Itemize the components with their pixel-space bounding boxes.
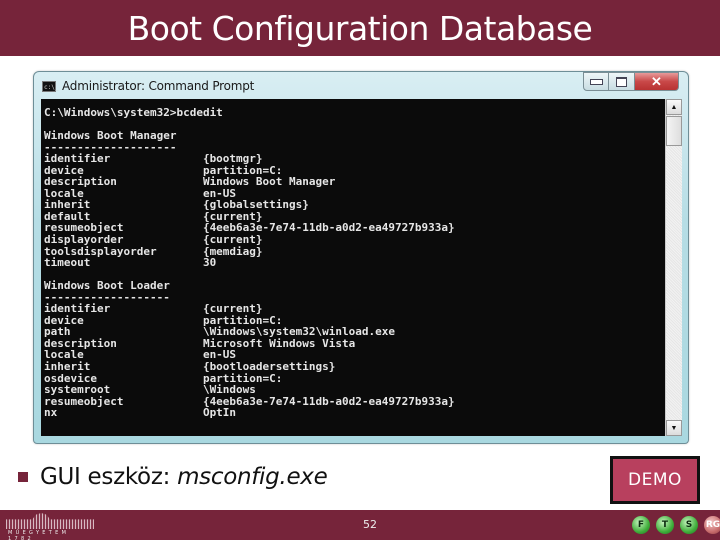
bullet-emphasis: msconfig.exe	[177, 464, 328, 490]
bullet-item: GUI eszköz: msconfig.exe	[18, 464, 328, 490]
slide-footer: MŰEGYETEM 1782 52 F T S RG	[0, 510, 720, 542]
bullet-prefix: GUI eszköz:	[40, 464, 178, 490]
vertical-scrollbar[interactable]: ▲ ▼	[665, 99, 682, 436]
minimize-button[interactable]	[583, 72, 609, 91]
demo-button-label: DEMO	[613, 459, 697, 501]
console-output[interactable]: C:\Windows\system32>bcdedit Windows Boot…	[41, 99, 665, 436]
command-prompt-icon: c:\_	[42, 80, 58, 92]
close-icon: ✕	[651, 73, 662, 89]
close-button[interactable]: ✕	[635, 72, 679, 91]
slide-title-bar: Boot Configuration Database	[0, 0, 720, 56]
badge-s-icon: S	[680, 516, 698, 534]
window-title: Administrator: Command Prompt	[62, 79, 255, 93]
window-caption[interactable]: c:\_ Administrator: Command Prompt	[42, 76, 254, 96]
maximize-icon	[616, 76, 627, 87]
scrollbar-thumb[interactable]	[666, 116, 682, 146]
window-controls: ✕	[583, 72, 679, 91]
arrow-up-icon: ▲	[670, 103, 678, 111]
page-number: 52	[363, 518, 377, 531]
arrow-down-icon: ▼	[670, 424, 678, 432]
console-text: C:\Windows\system32>bcdedit Windows Boot…	[44, 106, 455, 420]
slide-title: Boot Configuration Database	[127, 8, 593, 48]
badge-f-icon: F	[632, 516, 650, 534]
scroll-down-button[interactable]: ▼	[666, 420, 682, 436]
bullet-square-icon	[18, 472, 28, 482]
ftsrg-logo: F T S RG	[632, 516, 720, 534]
badge-rg-icon: RG	[704, 516, 720, 534]
logo-text: MŰEGYETEM 1782	[8, 530, 70, 542]
minimize-icon	[589, 78, 603, 85]
command-prompt-window[interactable]: c:\_ Administrator: Command Prompt ✕ C:\…	[33, 71, 689, 444]
scroll-up-button[interactable]: ▲	[666, 99, 682, 115]
demo-button[interactable]: DEMO	[610, 456, 700, 504]
maximize-button[interactable]	[609, 72, 635, 91]
badge-t-icon: T	[656, 516, 674, 534]
bullet-text: GUI eszköz: msconfig.exe	[40, 464, 328, 490]
